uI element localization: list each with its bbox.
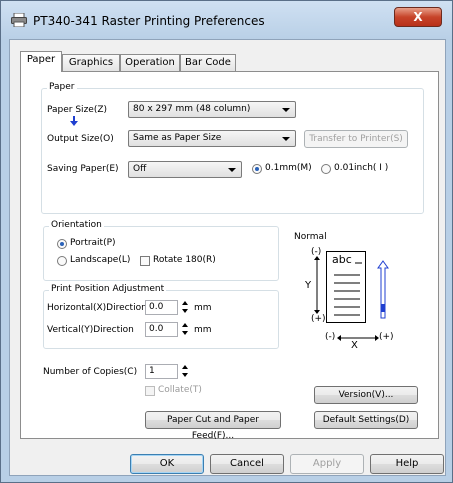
- horizontal-direction-label: Horizontal(X)Direction: [47, 303, 147, 313]
- paper-tab-panel: Paper Paper Size(Z) 80 x 297 mm (48 colu…: [20, 71, 439, 441]
- paper-cut-feed-button[interactable]: Paper Cut and Paper Feed(F)...: [145, 411, 281, 441]
- rotate-180-label: Rotate 180(R): [153, 255, 216, 265]
- horizontal-spinner[interactable]: [180, 299, 190, 316]
- collate-checkbox[interactable]: [145, 386, 155, 396]
- ok-button[interactable]: OK: [130, 454, 204, 474]
- chevron-down-icon: [282, 108, 290, 112]
- spin-up-icon: [182, 323, 188, 327]
- spin-down-icon: [182, 309, 188, 313]
- unit-mm-radio[interactable]: [252, 164, 262, 174]
- default-settings-button[interactable]: Default Settings(D): [314, 411, 418, 429]
- paper-group-title: Paper: [47, 82, 77, 92]
- transfer-to-printer-button[interactable]: Transfer to Printer(S): [304, 130, 408, 148]
- landscape-label: Landscape(L): [70, 255, 131, 265]
- output-size-value: Same as Paper Size: [133, 133, 222, 143]
- spin-down-icon: [182, 331, 188, 335]
- horizontal-unit-label: mm: [194, 303, 212, 313]
- close-button[interactable]: X: [394, 7, 442, 27]
- output-size-label: Output Size(O): [47, 134, 114, 144]
- x-axis-label: X: [351, 340, 358, 351]
- help-button[interactable]: Help: [370, 454, 444, 474]
- feed-direction-arrow-icon: [377, 260, 389, 319]
- saving-paper-label: Saving Paper(E): [47, 164, 119, 174]
- window-title: PT340-341 Raster Printing Preferences: [33, 14, 265, 28]
- unit-inch-label: 0.01inch( I ): [334, 163, 389, 173]
- x-axis-arrow-icon: [337, 335, 379, 341]
- cancel-button[interactable]: Cancel: [210, 454, 284, 474]
- dialog-button-bar: OK Cancel Apply Help: [10, 441, 445, 475]
- tab-graphics[interactable]: Graphics: [62, 54, 120, 71]
- x-minus-label: (-): [325, 332, 336, 342]
- unit-inch-radio[interactable]: [321, 164, 331, 174]
- landscape-radio[interactable]: [57, 256, 67, 266]
- tab-operation[interactable]: Operation: [120, 54, 180, 71]
- paper-size-value: 80 x 297 mm (48 column): [133, 104, 251, 114]
- y-plus-label: (+): [311, 314, 326, 324]
- saving-paper-value: Off: [133, 164, 147, 174]
- spin-up-icon: [182, 301, 188, 305]
- tab-bar-code[interactable]: Bar Code: [180, 54, 236, 71]
- dialog-client: Paper Graphics Operation Bar Code Paper …: [9, 39, 446, 476]
- vertical-spinner[interactable]: [180, 321, 190, 338]
- spin-down-icon: [182, 373, 188, 377]
- saving-paper-dropdown[interactable]: Off: [128, 161, 242, 178]
- output-size-dropdown[interactable]: Same as Paper Size: [128, 130, 296, 147]
- unit-mm-label: 0.1mm(M): [265, 163, 312, 173]
- printer-icon: [11, 13, 27, 27]
- chevron-down-icon: [228, 168, 236, 172]
- rotate-180-checkbox[interactable]: [140, 256, 150, 266]
- preview-sample-text: abc: [332, 253, 352, 266]
- vertical-direction-label: Vertical(Y)Direction: [47, 325, 134, 335]
- title-bar[interactable]: PT340-341 Raster Printing Preferences X: [1, 1, 452, 39]
- tab-paper[interactable]: Paper: [20, 51, 62, 72]
- copies-input[interactable]: 1: [145, 364, 178, 379]
- print-position-group: [43, 290, 279, 349]
- apply-button[interactable]: Apply: [290, 454, 364, 474]
- orientation-group: [43, 226, 279, 281]
- y-axis-label: Y: [305, 280, 312, 291]
- chevron-down-icon: [282, 137, 290, 141]
- spin-up-icon: [182, 365, 188, 369]
- x-plus-label: (+): [379, 332, 394, 342]
- vertical-direction-input[interactable]: 0.0: [145, 322, 178, 337]
- copies-label: Number of Copies(C): [43, 367, 138, 377]
- portrait-radio[interactable]: [57, 239, 67, 249]
- copies-spinner[interactable]: [180, 363, 190, 380]
- print-position-group-title: Print Position Adjustment: [49, 284, 167, 294]
- vertical-unit-label: mm: [194, 325, 212, 335]
- collate-label: Collate(T): [158, 385, 202, 395]
- portrait-label: Portrait(P): [70, 238, 116, 248]
- version-button[interactable]: Version(V)...: [314, 386, 418, 404]
- y-axis-arrow-icon: [314, 256, 320, 314]
- orientation-group-title: Orientation: [49, 220, 104, 230]
- horizontal-direction-input[interactable]: 0.0: [145, 300, 178, 315]
- preview-mode-label: Normal: [294, 232, 327, 242]
- arrow-down-icon: [70, 116, 78, 126]
- paper-size-dropdown[interactable]: 80 x 297 mm (48 column): [128, 101, 296, 118]
- dialog-window: PT340-341 Raster Printing Preferences X …: [0, 0, 453, 483]
- paper-size-label: Paper Size(Z): [47, 105, 108, 115]
